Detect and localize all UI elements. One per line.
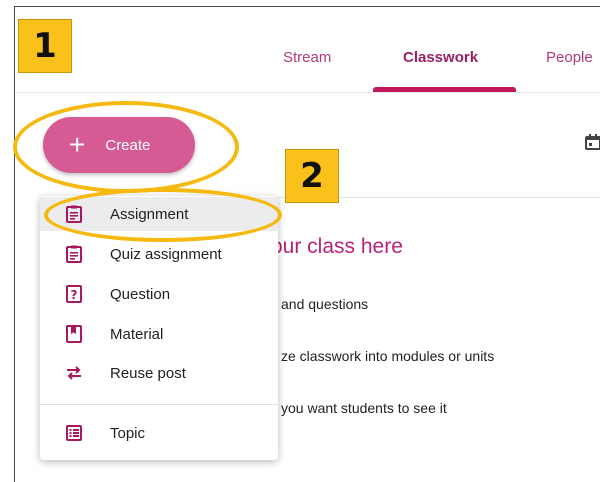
create-button[interactable]: + Create [43, 117, 195, 173]
hint-title: our class here [271, 235, 403, 258]
classroom-window: Stream Classwork People + Create our cla… [14, 6, 600, 482]
question-icon: ? [65, 285, 83, 303]
create-menu: Assignment Quiz assignment ? Question Ma… [40, 196, 278, 460]
menu-item-label: Question [110, 285, 171, 303]
svg-text:?: ? [71, 288, 78, 302]
top-navigation: Stream Classwork People [15, 7, 600, 93]
menu-item-assignment[interactable]: Assignment [40, 197, 278, 231]
step-callout-1: 1 [18, 19, 72, 73]
tab-people[interactable]: People [546, 49, 593, 66]
menu-item-label: Material [110, 325, 164, 343]
tab-classwork[interactable]: Classwork [403, 49, 478, 66]
material-icon [65, 325, 83, 343]
menu-item-label: Topic [110, 424, 146, 442]
menu-item-topic[interactable]: Topic [40, 416, 278, 450]
active-tab-indicator [373, 87, 516, 92]
classwork-hint-card: our class here and questions ze classwor… [243, 197, 600, 482]
reuse-icon [65, 364, 83, 382]
tab-stream[interactable]: Stream [283, 49, 331, 66]
plus-icon: + [69, 129, 86, 160]
menu-item-question[interactable]: ? Question [40, 277, 278, 311]
menu-item-label: Assignment [110, 205, 189, 223]
step-callout-2: 2 [285, 149, 339, 203]
hint-line: you want students to see it [281, 400, 447, 416]
calendar-icon[interactable] [585, 134, 600, 150]
assignment-icon [65, 205, 83, 223]
topic-icon [65, 424, 83, 442]
hint-line: ze classwork into modules or units [281, 348, 495, 364]
menu-item-label: Reuse post [110, 364, 186, 382]
hint-line: and questions [281, 296, 369, 312]
menu-item-material[interactable]: Material [40, 317, 278, 351]
menu-item-quiz-assignment[interactable]: Quiz assignment [40, 237, 278, 271]
menu-item-label: Quiz assignment [110, 245, 222, 263]
menu-item-reuse-post[interactable]: Reuse post [40, 356, 278, 390]
create-button-label: Create [105, 136, 151, 154]
menu-divider [40, 404, 278, 405]
quiz-assignment-icon [65, 245, 83, 263]
